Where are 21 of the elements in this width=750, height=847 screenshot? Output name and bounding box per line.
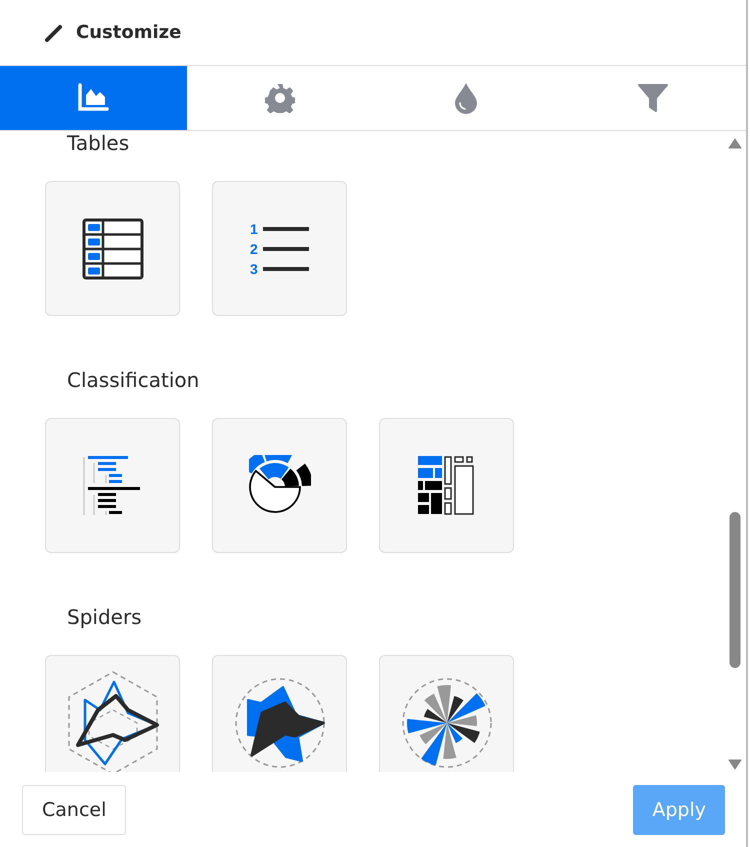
- chart-type-tile[interactable]: [379, 655, 514, 772]
- chart-type-tile[interactable]: [212, 418, 347, 553]
- chart-type-tile[interactable]: [212, 655, 347, 772]
- chart-type-tile[interactable]: [45, 418, 180, 553]
- panel-title: Customize: [76, 22, 182, 43]
- drop-icon: [454, 82, 478, 114]
- tab[interactable]: [0, 66, 186, 130]
- area-chart-icon: [77, 83, 110, 113]
- chart-type-tile[interactable]: 1 2 3: [212, 181, 347, 316]
- chart-type-tile[interactable]: [45, 655, 180, 772]
- section-title: Classification: [67, 368, 200, 392]
- pencil-icon: [44, 22, 64, 42]
- filter-icon: [636, 83, 669, 113]
- apply-button[interactable]: Apply: [633, 784, 725, 834]
- cancel-button[interactable]: Cancel: [22, 784, 126, 834]
- chart-type-tile[interactable]: [379, 418, 514, 553]
- settings-icon: [264, 83, 295, 113]
- section-title: Spiders: [67, 605, 143, 629]
- chart-type-tile[interactable]: [45, 181, 180, 316]
- section-title: Tables: [67, 131, 130, 155]
- table-icon: [82, 218, 144, 280]
